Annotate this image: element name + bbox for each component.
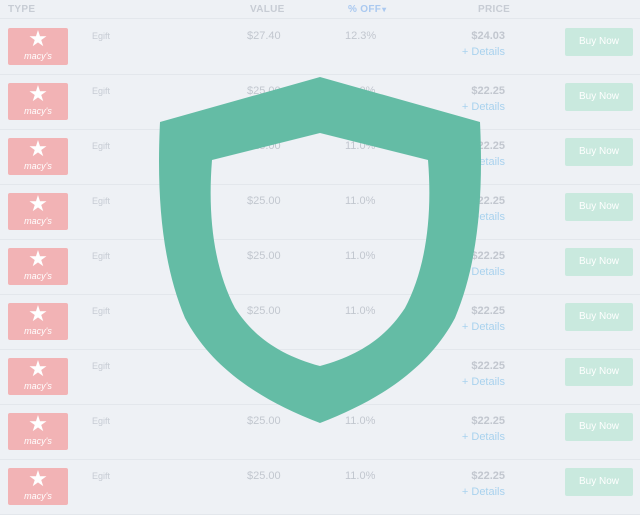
details-link[interactable]: + Details bbox=[462, 211, 505, 223]
star-icon: ★ bbox=[28, 138, 48, 162]
percent-off: 11.0% bbox=[345, 195, 376, 207]
column-header-percent-off-label: % OFF bbox=[348, 4, 382, 15]
percent-off: 11.0% bbox=[345, 415, 376, 427]
card-type: Egift bbox=[92, 416, 111, 426]
percent-off: 11.0% bbox=[345, 85, 376, 97]
card-type: Egift bbox=[92, 471, 111, 481]
details-link[interactable]: + Details bbox=[462, 321, 505, 333]
gift-card-logo: ★ macy's bbox=[8, 413, 68, 450]
column-header-price[interactable]: PRICE bbox=[478, 4, 510, 15]
price: $22.25 bbox=[471, 360, 505, 372]
price: $22.25 bbox=[471, 195, 505, 207]
details-link[interactable]: + Details bbox=[462, 46, 505, 58]
card-value: $25.00 bbox=[247, 470, 281, 482]
card-value: $25.00 bbox=[247, 85, 281, 97]
percent-off: 11.0% bbox=[345, 470, 376, 482]
percent-off: 12.3% bbox=[345, 30, 377, 42]
brand-name: macy's bbox=[24, 161, 52, 171]
card-type: Egift bbox=[92, 361, 111, 371]
gift-card-logo: ★ macy's bbox=[8, 248, 68, 285]
card-value: $25.00 bbox=[247, 140, 281, 152]
table-row: ★ macy's Egift $25.00 11.0% $22.25 + Details Bu… bbox=[0, 74, 640, 130]
table-row: ★ macy's Egift $25.00 11.0% $22.25 + Details Bu… bbox=[0, 184, 640, 240]
card-value: $25.00 bbox=[247, 415, 281, 427]
table-row: ★ macy's Egift $27.40 12.3% $24.03 + Details Bu… bbox=[0, 19, 640, 75]
star-icon: ★ bbox=[28, 28, 48, 52]
table-row: ★ macy's Egift $25.00 11.0% $22.25 + Details Bu… bbox=[0, 349, 640, 405]
card-type: Egift bbox=[92, 31, 111, 41]
buy-now-button[interactable]: Buy Now bbox=[565, 248, 633, 276]
buy-now-button[interactable]: Buy Now bbox=[565, 28, 633, 56]
card-value: $25.00 bbox=[247, 195, 281, 207]
card-value: $25.00 bbox=[247, 360, 281, 372]
brand-name: macy's bbox=[24, 51, 52, 61]
gift-card-logo: ★ macy's bbox=[8, 193, 68, 230]
price: $22.25 bbox=[471, 85, 505, 97]
buy-now-button[interactable]: Buy Now bbox=[565, 468, 633, 496]
details-link[interactable]: + Details bbox=[462, 101, 505, 113]
buy-now-button[interactable]: Buy Now bbox=[565, 413, 633, 441]
card-value: $25.00 bbox=[247, 305, 281, 317]
buy-now-button[interactable]: Buy Now bbox=[565, 138, 633, 166]
details-link[interactable]: + Details bbox=[462, 376, 505, 388]
brand-name: macy's bbox=[24, 381, 52, 391]
column-header-type[interactable]: TYPE bbox=[8, 4, 35, 15]
card-type: Egift bbox=[92, 196, 111, 206]
star-icon: ★ bbox=[28, 83, 48, 107]
column-header-percent-off[interactable]: % OFF▾ bbox=[348, 4, 387, 15]
card-type: Egift bbox=[92, 306, 111, 316]
price: $22.25 bbox=[471, 470, 505, 482]
sort-descending-icon: ▾ bbox=[382, 5, 387, 14]
gift-card-logo: ★ macy's bbox=[8, 468, 68, 505]
table-row: ★ macy's Egift $25.00 11.0% $22.25 + Details Bu… bbox=[0, 459, 640, 515]
table-row: ★ macy's Egift $25.00 11.0% $22.25 + Details Bu… bbox=[0, 404, 640, 460]
percent-off: 11.0% bbox=[345, 140, 376, 152]
gift-card-logo: ★ macy's bbox=[8, 303, 68, 340]
gift-card-logo: ★ macy's bbox=[8, 83, 68, 120]
table-header: TYPE VALUE % OFF▾ PRICE bbox=[0, 0, 640, 19]
brand-name: macy's bbox=[24, 216, 52, 226]
buy-now-button[interactable]: Buy Now bbox=[565, 303, 633, 331]
details-link[interactable]: + Details bbox=[462, 486, 505, 498]
brand-name: macy's bbox=[24, 271, 52, 281]
brand-name: macy's bbox=[24, 436, 52, 446]
buy-now-button[interactable]: Buy Now bbox=[565, 193, 633, 221]
brand-name: macy's bbox=[24, 106, 52, 116]
percent-off: 11.0% bbox=[345, 250, 376, 262]
table-row: ★ macy's Egift $25.00 11.0% $22.25 + Details Bu… bbox=[0, 239, 640, 295]
brand-name: macy's bbox=[24, 326, 52, 336]
percent-off: 11.0% bbox=[345, 305, 376, 317]
price: $22.25 bbox=[471, 305, 505, 317]
gift-card-logo: ★ macy's bbox=[8, 28, 68, 65]
table-row: ★ macy's Egift $25.00 11.0% $22.25 + Details Bu… bbox=[0, 129, 640, 185]
star-icon: ★ bbox=[28, 413, 48, 437]
details-link[interactable]: + Details bbox=[462, 431, 505, 443]
star-icon: ★ bbox=[28, 358, 48, 382]
star-icon: ★ bbox=[28, 193, 48, 217]
star-icon: ★ bbox=[28, 303, 48, 327]
price: $24.03 bbox=[471, 30, 505, 42]
details-link[interactable]: + Details bbox=[462, 156, 505, 168]
gift-card-logo: ★ macy's bbox=[8, 138, 68, 175]
price: $22.25 bbox=[471, 250, 505, 262]
table-row: ★ macy's Egift $25.00 11.0% $22.25 + Details Bu… bbox=[0, 294, 640, 350]
buy-now-button[interactable]: Buy Now bbox=[565, 358, 633, 386]
card-type: Egift bbox=[92, 86, 111, 96]
buy-now-button[interactable]: Buy Now bbox=[565, 83, 633, 111]
card-type: Egift bbox=[92, 251, 111, 261]
gift-card-logo: ★ macy's bbox=[8, 358, 68, 395]
star-icon: ★ bbox=[28, 468, 48, 492]
column-header-value[interactable]: VALUE bbox=[250, 4, 285, 15]
card-value: $27.40 bbox=[247, 30, 281, 42]
details-link[interactable]: + Details bbox=[462, 266, 505, 278]
price: $22.25 bbox=[471, 140, 505, 152]
star-icon: ★ bbox=[28, 248, 48, 272]
percent-off: 11.0% bbox=[345, 360, 376, 372]
price: $22.25 bbox=[471, 415, 505, 427]
card-type: Egift bbox=[92, 141, 111, 151]
card-value: $25.00 bbox=[247, 250, 281, 262]
